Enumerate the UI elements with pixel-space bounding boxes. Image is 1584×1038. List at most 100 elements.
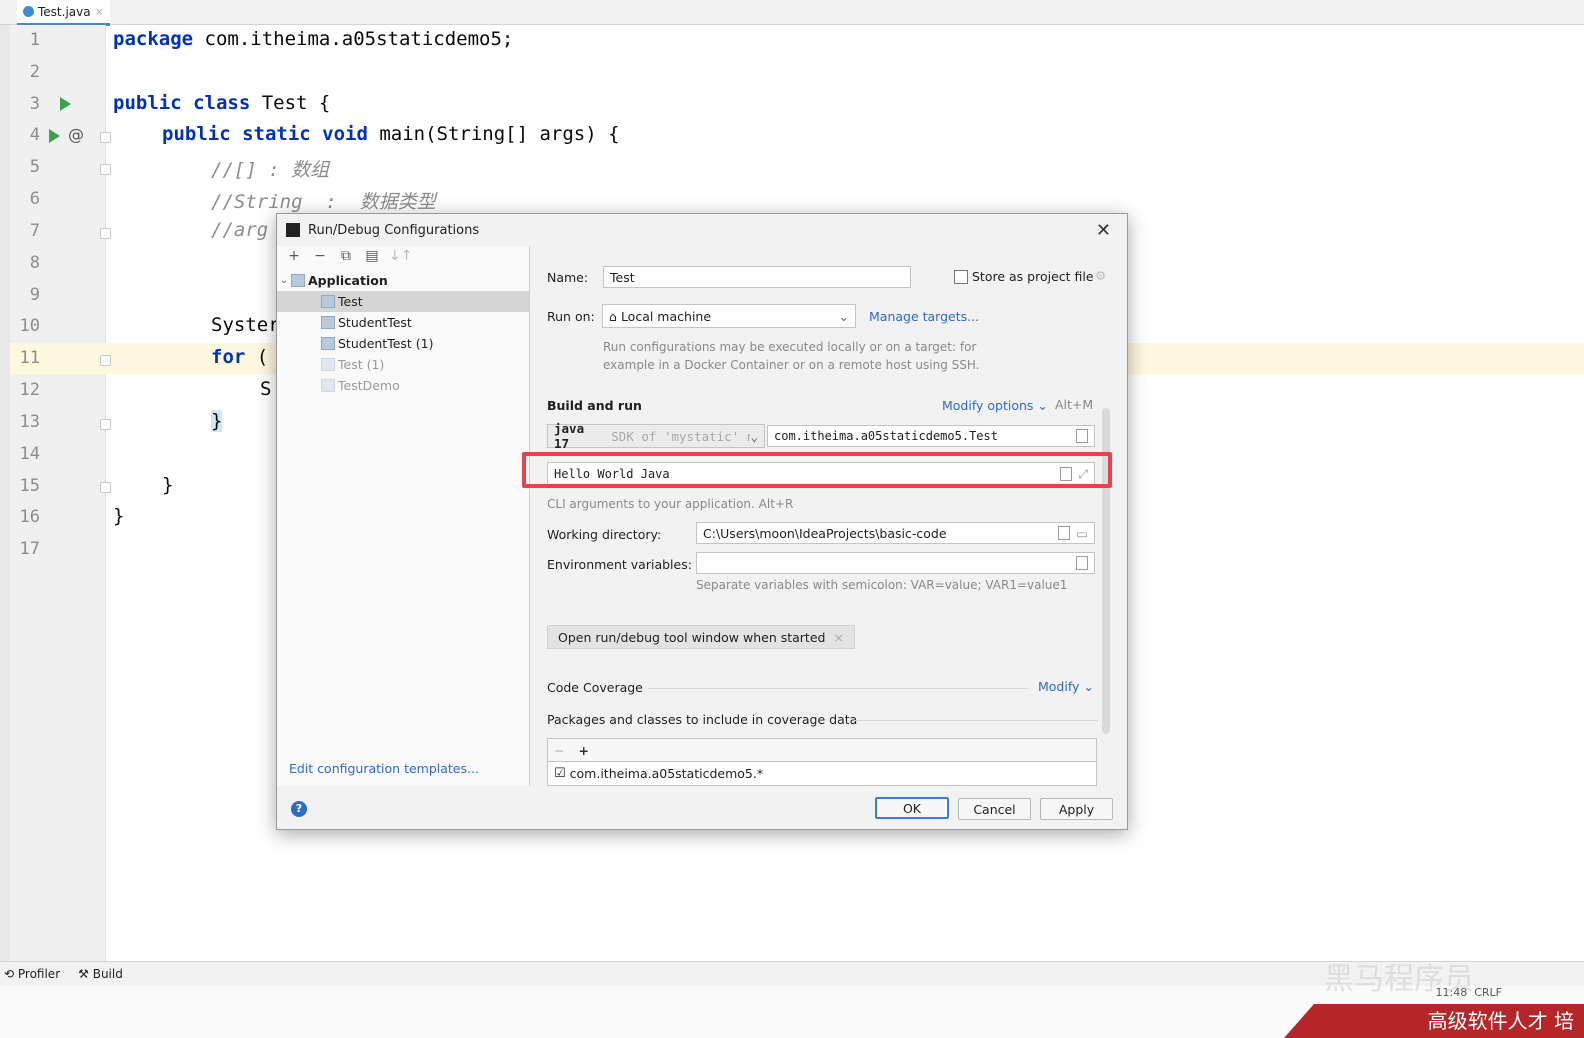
code-coverage-label: Code Coverage xyxy=(547,680,643,695)
add-coverage-icon[interactable]: + xyxy=(578,743,588,758)
scrollbar[interactable] xyxy=(1102,408,1110,734)
remove-chip-icon[interactable]: × xyxy=(833,630,843,645)
modify-options-label: Modify options xyxy=(942,398,1034,413)
ok-button[interactable]: OK xyxy=(875,797,949,819)
environment-variables-field[interactable] xyxy=(696,552,1095,574)
browse-icon[interactable] xyxy=(1076,429,1088,443)
config-editor-pane: Name: Test Store as project file ⚙ Run o… xyxy=(530,246,1126,786)
working-directory-label: Working directory: xyxy=(547,527,662,542)
run-on-select[interactable]: ⌂ Local machine ⌄ xyxy=(602,304,856,328)
line-number: 7 xyxy=(29,221,40,241)
tree-item-studenttest-1[interactable]: StudentTest (1) xyxy=(277,333,529,354)
code-line-7[interactable]: //arg xyxy=(211,219,268,241)
fold-icon[interactable] xyxy=(100,132,111,143)
close-icon[interactable]: ✕ xyxy=(1096,220,1111,241)
dialog-title-bar[interactable]: Run/Debug Configurations xyxy=(277,214,1127,246)
coverage-modify-link[interactable]: Modify ⌄ xyxy=(1038,679,1094,694)
override-at-icon[interactable]: @ xyxy=(68,125,84,144)
working-directory-field[interactable]: C:\Users\moon\IdeaProjects\basic-code ▭ xyxy=(696,522,1095,544)
comment-text: //String : 数据类型 xyxy=(211,191,436,213)
comment-text: //[] : 数组 xyxy=(211,159,330,181)
line-number: 5 xyxy=(29,157,40,177)
tree-item-studenttest[interactable]: StudentTest xyxy=(277,312,529,333)
code-line-4[interactable]: public static void main(String[] args) { xyxy=(162,123,620,145)
tree-item-testdemo[interactable]: TestDemo xyxy=(277,375,529,396)
open-tool-window-chip[interactable]: Open run/debug tool window when started … xyxy=(547,625,855,649)
fold-icon[interactable] xyxy=(100,355,111,366)
edit-env-icon[interactable] xyxy=(1076,556,1088,570)
remove-config-icon[interactable]: − xyxy=(311,248,329,264)
line-number: 13 xyxy=(19,412,40,432)
tree-item-label: StudentTest xyxy=(338,315,412,330)
cancel-button[interactable]: Cancel xyxy=(958,798,1031,820)
tree-item-test-1[interactable]: Test (1) xyxy=(277,354,529,375)
line-number: 1 xyxy=(29,30,40,50)
code-line-3[interactable]: public class Test { xyxy=(113,92,330,114)
fold-icon[interactable] xyxy=(100,228,111,239)
environment-variables-label: Environment variables: xyxy=(547,557,692,572)
coverage-toolbar: − + xyxy=(547,738,1097,762)
editor-tab-bar: Test.java × xyxy=(0,0,1584,26)
fold-icon[interactable] xyxy=(100,482,111,493)
add-config-icon[interactable]: + xyxy=(285,248,303,264)
build-label: Build xyxy=(92,967,123,981)
gear-icon[interactable]: ⚙ xyxy=(1095,268,1106,283)
config-icon xyxy=(321,295,335,308)
keyword: for xyxy=(211,346,246,368)
brand-banner: 高级软件人才 培 xyxy=(1284,1004,1584,1038)
config-tree-pane: + − ⧉ ▤ ↓↑ ⌄ Application Test StudentTes… xyxy=(277,246,530,786)
copy-config-icon[interactable]: ⧉ xyxy=(337,248,355,264)
remove-coverage-icon[interactable]: − xyxy=(554,743,564,758)
packages-label: Packages and classes to include in cover… xyxy=(547,712,858,727)
code-line-13[interactable]: } xyxy=(211,410,223,432)
code-line-12[interactable]: S xyxy=(260,378,271,400)
macro-icon[interactable] xyxy=(1058,526,1071,540)
tree-item-test[interactable]: Test xyxy=(277,291,529,312)
modify-options-link[interactable]: Modify options ⌄ xyxy=(942,398,1048,413)
code-line-6[interactable]: //String : 数据类型 xyxy=(211,187,436,214)
run-main-icon[interactable] xyxy=(49,129,60,143)
expand-icon[interactable]: ⤢ xyxy=(1078,467,1088,482)
edit-templates-link[interactable]: Edit configuration templates... xyxy=(289,761,479,776)
code-line-15[interactable]: } xyxy=(162,474,173,496)
config-icon xyxy=(321,379,335,392)
macro-icon[interactable] xyxy=(1060,467,1073,481)
main-class-field[interactable]: com.itheima.a05staticdemo5.Test xyxy=(767,425,1095,447)
store-project-label: Store as project file xyxy=(972,269,1094,284)
fold-icon[interactable] xyxy=(100,164,111,175)
chevron-down-icon: ⌄ xyxy=(1083,679,1094,694)
sort-icon[interactable]: ↓↑ xyxy=(389,248,412,264)
move-to-folder-icon[interactable]: ▤ xyxy=(363,248,381,264)
code-line-10[interactable]: Syster xyxy=(211,314,280,336)
fold-icon[interactable] xyxy=(100,419,111,430)
help-icon[interactable]: ? xyxy=(291,801,307,817)
code-text: ( xyxy=(245,346,269,368)
code-line-1[interactable]: package com.itheima.a05staticdemo5; xyxy=(113,28,513,50)
line-number: 16 xyxy=(19,507,40,527)
checkbox-checked-icon[interactable]: ☑ xyxy=(554,766,566,781)
code-line-5[interactable]: //[] : 数组 xyxy=(211,155,329,182)
profiler-tool[interactable]: ⟲ Profiler xyxy=(4,967,60,981)
line-number: 15 xyxy=(19,476,40,496)
apply-button[interactable]: Apply xyxy=(1040,798,1113,820)
run-debug-dialog: Run/Debug Configurations ✕ + − ⧉ ▤ ↓↑ ⌄ … xyxy=(276,213,1128,830)
tree-group-application[interactable]: ⌄ Application xyxy=(277,270,529,291)
store-project-checkbox[interactable] xyxy=(954,270,968,284)
chevron-down-icon[interactable]: ⌄ xyxy=(277,275,291,286)
tab-test-java[interactable]: Test.java × xyxy=(17,0,110,26)
config-tree: ⌄ Application Test StudentTest StudentTe… xyxy=(277,270,529,396)
build-tool[interactable]: ⚒ Build xyxy=(78,967,123,981)
program-arguments-field[interactable]: Hello World Java ⤢ xyxy=(547,462,1095,486)
code-line-16[interactable]: } xyxy=(113,505,124,527)
run-class-icon[interactable] xyxy=(60,97,71,111)
line-number: 14 xyxy=(19,444,40,464)
folder-icon[interactable]: ▭ xyxy=(1076,526,1088,541)
manage-targets-link[interactable]: Manage targets... xyxy=(869,309,979,324)
jdk-value: java 17 xyxy=(554,421,585,451)
tab-close-icon[interactable]: × xyxy=(95,5,104,18)
code-line-11[interactable]: for ( xyxy=(211,346,268,368)
hammer-icon: ⚒ xyxy=(78,967,89,981)
line-number: 17 xyxy=(19,539,40,559)
name-field[interactable]: Test xyxy=(603,266,911,288)
jdk-select[interactable]: java 17 SDK of 'mystatic' n ⌄ xyxy=(547,421,765,451)
